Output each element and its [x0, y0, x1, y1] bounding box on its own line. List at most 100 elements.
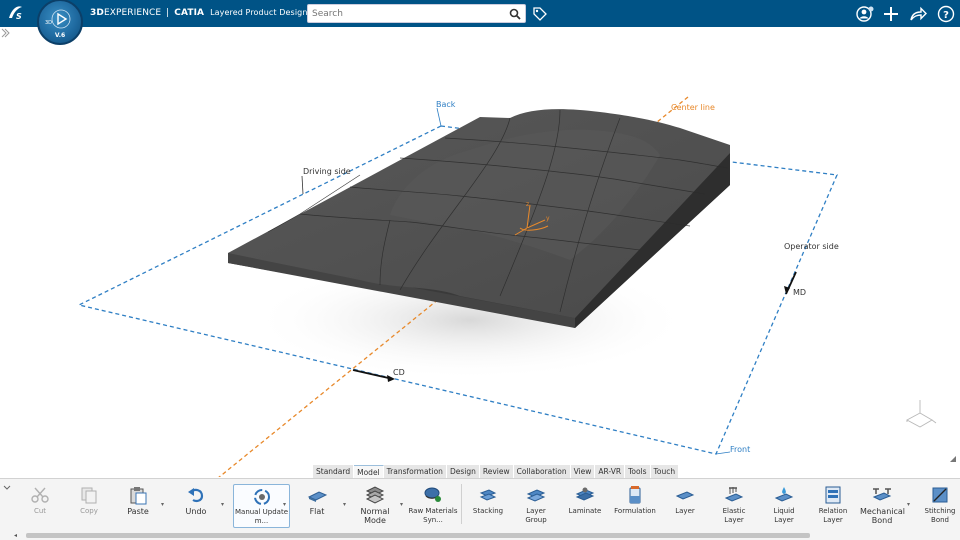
label-driving-side: Driving side	[303, 167, 351, 176]
manual-update-label: Manual Update m...	[234, 508, 288, 525]
stitching-bond-icon	[932, 487, 948, 503]
mechanical-bond-icon	[872, 488, 892, 501]
copy-icon	[81, 487, 97, 504]
label-operator-side: Operator side	[784, 242, 839, 251]
tab-design[interactable]: Design	[446, 465, 480, 478]
svg-text:S: S	[16, 12, 22, 21]
raw-materials-label: Raw Materials Syn...	[408, 507, 458, 524]
search-icon[interactable]	[509, 8, 521, 20]
driving-side-leader	[301, 175, 304, 195]
compass-play-icon[interactable]	[46, 7, 76, 31]
ds-logo-icon[interactable]: S	[6, 3, 32, 23]
copy-label: Copy	[80, 507, 98, 515]
stitching-bond-label: Stitching Bond	[924, 507, 956, 524]
formulation-button[interactable]: Formulation	[614, 483, 656, 527]
resize-corner-icon[interactable]	[950, 456, 956, 462]
scroll-left-icon[interactable]: ◂	[14, 531, 22, 540]
app-name: CATIA	[174, 8, 205, 18]
mechanical-bond-button[interactable]: Mechanical Bond	[860, 483, 906, 527]
manual-update-button[interactable]: Manual Update m...	[233, 484, 290, 528]
formulation-flask-icon	[629, 486, 641, 504]
elastic-layer-button[interactable]: Elastic Layer	[714, 483, 754, 527]
tab-tools[interactable]: Tools	[625, 465, 651, 478]
tag-icon[interactable]	[532, 6, 547, 21]
relation-layer-button[interactable]: Relation Layer	[813, 483, 853, 527]
copy-button[interactable]: Copy	[73, 483, 105, 527]
undo-dropdown-icon[interactable]: ▾	[221, 501, 227, 509]
mechanical-bond-dropdown-icon[interactable]: ▾	[907, 501, 913, 509]
elastic-layer-icon	[724, 487, 744, 502]
liquid-layer-button[interactable]: Liquid Layer	[764, 483, 804, 527]
flat-icon	[307, 491, 327, 502]
scene-canvas[interactable]: z y	[0, 27, 960, 477]
tab-touch[interactable]: Touch	[650, 465, 680, 478]
relation-layer-label: Relation Layer	[818, 507, 848, 524]
normal-mode-label: Normal Mode	[360, 507, 390, 525]
tab-view[interactable]: View	[570, 465, 596, 478]
paste-dropdown-icon[interactable]: ▾	[161, 501, 167, 509]
liquid-layer-icon	[774, 487, 794, 502]
compass-widget[interactable]: 3D V.6	[37, 0, 83, 45]
expand-panel-icon[interactable]	[0, 27, 10, 39]
stitching-bond-button[interactable]: Stitching Bond	[922, 483, 958, 527]
tab-transformation[interactable]: Transformation	[383, 465, 447, 478]
brand-separator: |	[166, 8, 170, 18]
undo-button[interactable]: Undo	[178, 483, 214, 527]
paste-icon	[130, 487, 147, 505]
normal-mode-button[interactable]: Normal Mode	[355, 483, 395, 527]
raw-materials-sync-icon	[424, 487, 441, 502]
view-orientation-icon[interactable]	[906, 400, 937, 428]
cut-label: Cut	[33, 507, 47, 515]
top-bar: S 3DEXPERIENCE | CATIA Layered Product D…	[0, 0, 960, 27]
scrollbar-thumb[interactable]	[26, 533, 810, 538]
action-bar-scrollbar[interactable]: ◂	[0, 531, 960, 540]
stacking-icon	[479, 489, 497, 501]
add-icon[interactable]	[882, 5, 900, 23]
laminate-button[interactable]: Laminate	[566, 483, 604, 527]
tab-standard[interactable]: Standard	[313, 465, 355, 478]
brand-bold: 3D	[90, 8, 104, 18]
back-leader	[436, 107, 442, 127]
manual-update-dropdown-icon[interactable]: ▾	[283, 501, 289, 509]
flat-dropdown-icon[interactable]: ▾	[343, 501, 349, 509]
axis-y-label: y	[546, 215, 550, 222]
axis-z-label: z	[526, 201, 529, 208]
tab-model[interactable]: Model	[354, 465, 384, 478]
elastic-layer-label: Elastic Layer	[722, 507, 746, 524]
refresh-gear-icon	[254, 489, 270, 505]
scissors-icon	[31, 487, 49, 503]
label-md: MD	[793, 288, 807, 297]
search-input[interactable]	[312, 7, 502, 21]
3d-viewport[interactable]: z y Back Center line Driving side Operat…	[0, 27, 960, 477]
layer-group-label: Layer Group	[525, 507, 547, 524]
layer-group-button[interactable]: Layer Group	[518, 483, 554, 527]
flat-button[interactable]: Flat	[300, 483, 334, 527]
laminate-icon	[575, 487, 595, 501]
label-cd: CD	[393, 368, 405, 377]
collapse-chevron-icon[interactable]	[2, 482, 12, 492]
compass-3d-label: 3D	[45, 20, 53, 26]
layer-label: Layer	[675, 507, 695, 515]
paste-label: Paste	[127, 507, 149, 516]
tab-ar-vr[interactable]: AR-VR	[595, 465, 626, 478]
help-icon[interactable]: ?	[937, 5, 955, 23]
share-icon[interactable]	[909, 5, 927, 23]
layers-mode-icon	[365, 486, 385, 504]
stacking-button[interactable]: Stacking	[470, 483, 506, 527]
cut-button[interactable]: Cut	[24, 483, 56, 527]
laminate-label: Laminate	[568, 507, 602, 515]
normal-mode-dropdown-icon[interactable]: ▾	[400, 501, 406, 509]
section-tabs: Standard Model Transformation Design Rev…	[313, 465, 680, 478]
svg-text:?: ?	[943, 10, 949, 21]
tab-review[interactable]: Review	[479, 465, 514, 478]
search-box[interactable]	[307, 4, 526, 23]
mechanical-bond-label: Mechanical Bond	[860, 507, 906, 525]
user-icon[interactable]	[856, 5, 874, 23]
front-leader	[715, 451, 731, 455]
tab-collaboration[interactable]: Collaboration	[513, 465, 571, 478]
layer-button[interactable]: Layer	[668, 483, 702, 527]
liquid-layer-label: Liquid Layer	[773, 507, 795, 524]
paste-button[interactable]: Paste	[120, 483, 156, 527]
raw-materials-sync-button[interactable]: Raw Materials Syn...	[408, 483, 458, 527]
label-center-line: Center line	[671, 103, 715, 112]
